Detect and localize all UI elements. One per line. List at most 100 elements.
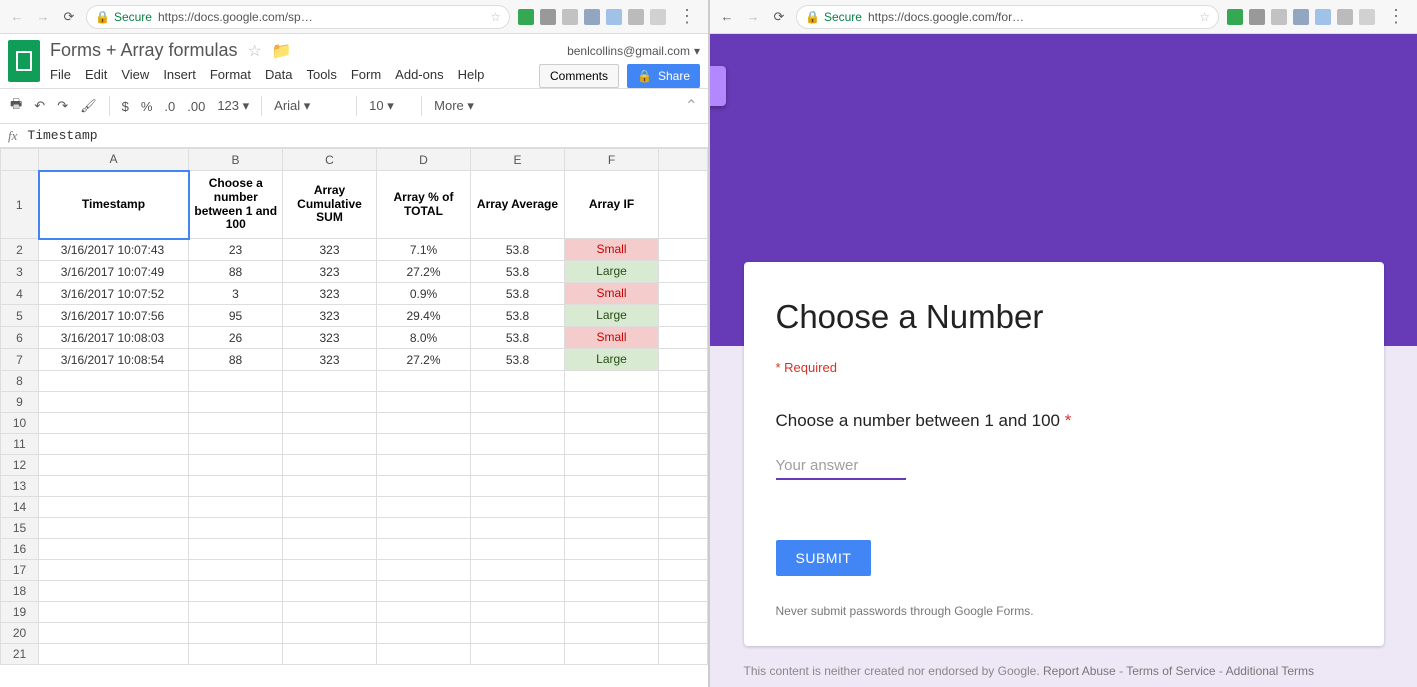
additional-terms-link[interactable]: Additional Terms [1226,664,1315,678]
cell-avg[interactable]: 53.8 [471,349,565,371]
cell-sum[interactable]: 323 [283,349,377,371]
cell-blank[interactable] [659,171,708,239]
row-header[interactable]: 11 [1,434,39,455]
report-abuse-link[interactable]: Report Abuse [1043,664,1116,678]
menu-help[interactable]: Help [458,67,485,82]
account-email[interactable]: benlcollins@gmail.com ▾ [567,44,700,58]
cell[interactable] [283,434,377,455]
cell[interactable] [189,497,283,518]
cell[interactable] [283,392,377,413]
cell-avg[interactable]: 53.8 [471,327,565,349]
cell-pct[interactable]: 29.4% [377,305,471,327]
cell[interactable] [283,413,377,434]
cell-blank[interactable] [659,261,708,283]
cell[interactable] [471,602,565,623]
cell-pct[interactable]: 0.9% [377,283,471,305]
row-header[interactable]: 15 [1,518,39,539]
menu-data[interactable]: Data [265,67,292,82]
cell[interactable] [377,581,471,602]
submit-button[interactable]: SUBMIT [776,540,872,576]
cell-value[interactable]: 3 [189,283,283,305]
terms-link[interactable]: Terms of Service [1126,664,1215,678]
cell-blank[interactable] [659,327,708,349]
redo-icon[interactable]: ↷ [57,98,68,114]
col-header-d[interactable]: D [377,149,471,171]
percent-format[interactable]: % [141,99,153,114]
cell[interactable] [283,371,377,392]
ext-icon[interactable] [562,9,578,25]
ext-icon[interactable] [540,9,556,25]
decrease-decimal[interactable]: .0 [164,99,175,114]
cell[interactable] [659,644,708,665]
font-select[interactable]: Arial ▾ [274,98,344,114]
cell[interactable] [471,518,565,539]
reload-button[interactable]: ⟳ [60,8,78,26]
cell-avg[interactable]: 53.8 [471,305,565,327]
cell[interactable] [659,581,708,602]
cell[interactable] [659,497,708,518]
cell[interactable] [471,476,565,497]
menu-format[interactable]: Format [210,67,251,82]
cell[interactable] [659,602,708,623]
cell[interactable] [189,476,283,497]
font-size[interactable]: 10 ▾ [369,98,409,114]
cell[interactable] [189,392,283,413]
cell[interactable] [189,455,283,476]
currency-format[interactable]: $ [122,99,129,114]
row-header-1[interactable]: 1 [1,171,39,239]
cell[interactable] [39,623,189,644]
cell-value[interactable]: 95 [189,305,283,327]
cell-value[interactable]: 88 [189,261,283,283]
cell[interactable] [189,371,283,392]
sheets-logo[interactable] [8,40,40,82]
cell[interactable] [471,413,565,434]
ext-icon[interactable] [628,9,644,25]
cell[interactable] [659,392,708,413]
ext-icon[interactable] [584,9,600,25]
cell[interactable] [283,539,377,560]
cell[interactable] [283,518,377,539]
cell-timestamp[interactable]: 3/16/2017 10:07:52 [39,283,189,305]
cell[interactable] [189,581,283,602]
cell-timestamp[interactable]: 3/16/2017 10:07:43 [39,239,189,261]
cell[interactable] [659,560,708,581]
cell[interactable] [189,539,283,560]
cell[interactable] [377,392,471,413]
cell-sum[interactable]: 323 [283,261,377,283]
row-header[interactable]: 4 [1,283,39,305]
cell[interactable] [39,602,189,623]
cell[interactable] [189,560,283,581]
col-header-c[interactable]: C [283,149,377,171]
ext-icon[interactable] [1293,9,1309,25]
cell[interactable] [283,560,377,581]
col-header-blank[interactable] [659,149,708,171]
cell[interactable] [659,476,708,497]
ext-icon[interactable] [1249,9,1265,25]
cell[interactable] [471,644,565,665]
cell[interactable] [565,434,659,455]
cell-value[interactable]: 23 [189,239,283,261]
cell-pct[interactable]: 27.2% [377,261,471,283]
back-button[interactable]: ← [718,8,736,26]
cell[interactable] [377,602,471,623]
cell[interactable] [39,371,189,392]
cell[interactable] [283,644,377,665]
cell-blank[interactable] [659,239,708,261]
star-icon[interactable]: ☆ [1199,10,1210,24]
cell[interactable] [377,497,471,518]
address-bar-left[interactable]: 🔒 Secure https://docs.google.com/sp… ☆ [86,5,510,29]
cell-sum[interactable]: 323 [283,305,377,327]
ext-icon[interactable] [518,9,534,25]
cell[interactable] [377,623,471,644]
formula-bar[interactable]: fx Timestamp [0,124,708,148]
cell[interactable] [565,413,659,434]
col-header-f[interactable]: F [565,149,659,171]
share-button[interactable]: 🔒 Share [627,64,700,88]
cell[interactable] [39,497,189,518]
reload-button[interactable]: ⟳ [770,8,788,26]
row-header[interactable]: 6 [1,327,39,349]
forward-button[interactable]: → [744,8,762,26]
row-header[interactable]: 7 [1,349,39,371]
cell[interactable] [39,518,189,539]
menu-tools[interactable]: Tools [306,67,336,82]
